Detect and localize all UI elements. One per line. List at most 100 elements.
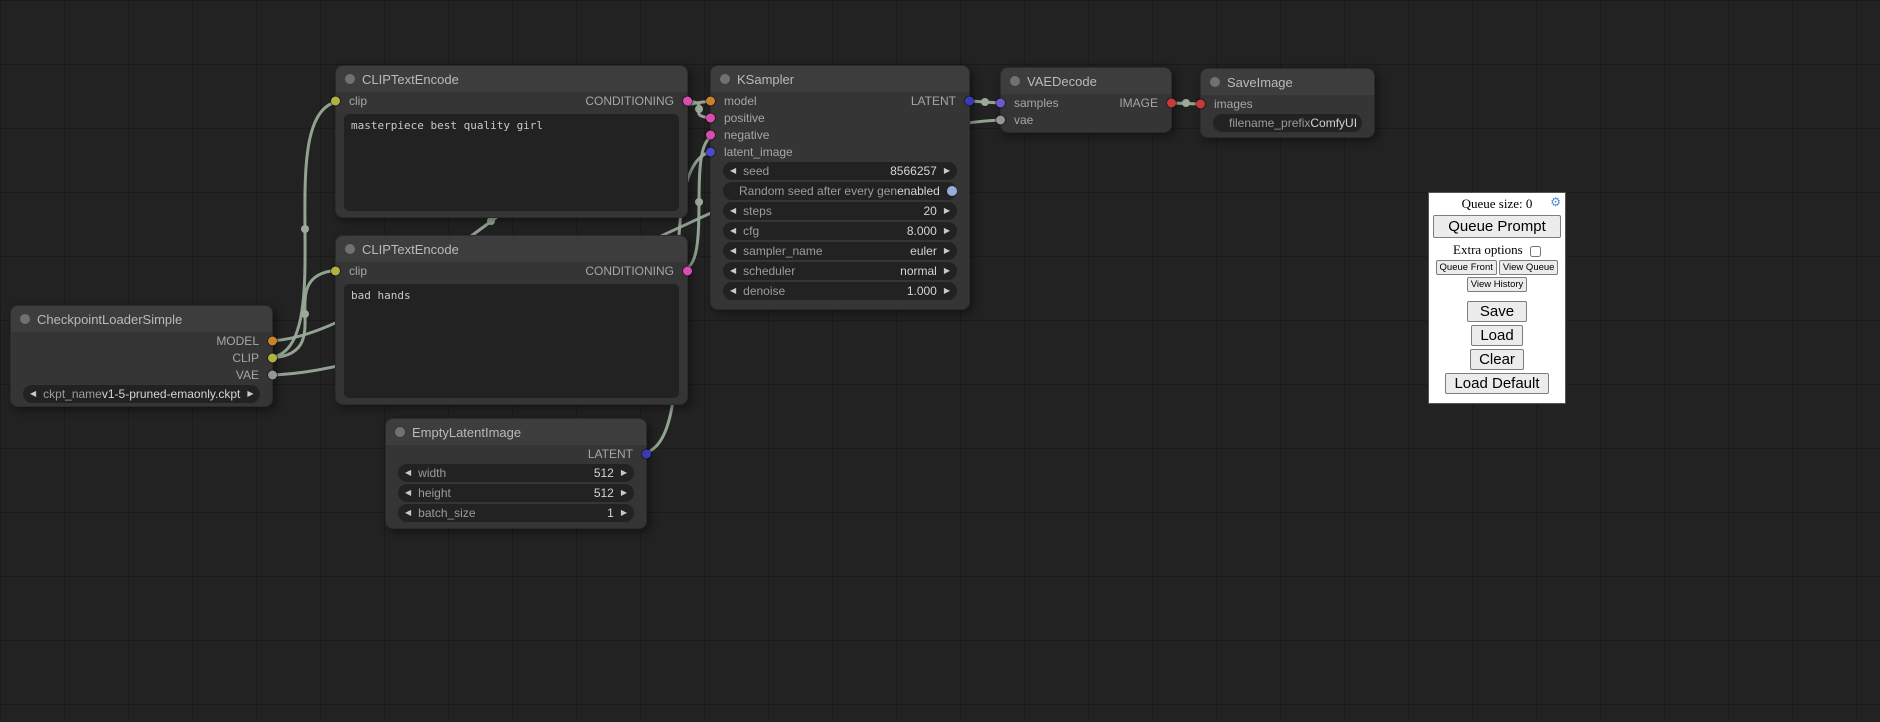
widget-batch-size[interactable]: ◀ batch_size 1 ▶: [398, 504, 634, 522]
widget-label: steps: [743, 204, 772, 218]
increment-icon[interactable]: ▶: [944, 287, 950, 295]
slot-row: MODEL: [11, 332, 272, 349]
widget-seed[interactable]: ◀ seed 8566257 ▶: [723, 162, 957, 180]
node-title-bar[interactable]: CLIPTextEncode: [336, 66, 687, 92]
input-slot-images[interactable]: [1196, 99, 1205, 108]
decrement-icon[interactable]: ◀: [730, 207, 736, 215]
decrement-icon[interactable]: ◀: [730, 167, 736, 175]
load-button[interactable]: Load: [1471, 325, 1522, 346]
collapse-dot-icon[interactable]: [395, 427, 405, 437]
increment-icon[interactable]: ▶: [621, 489, 627, 497]
view-history-button[interactable]: View History: [1467, 277, 1528, 292]
node-ksampler[interactable]: KSampler model LATENT positive negative …: [710, 65, 970, 310]
input-slot-vae[interactable]: [996, 115, 1005, 124]
decrement-icon[interactable]: ◀: [405, 509, 411, 517]
decrement-icon[interactable]: ◀: [730, 267, 736, 275]
widget-sampler-name[interactable]: ◀ sampler_name euler ▶: [723, 242, 957, 260]
node-checkpoint-loader-simple[interactable]: CheckpointLoaderSimple MODEL CLIP VAE ◀ …: [10, 305, 273, 407]
output-slot-conditioning[interactable]: [683, 266, 692, 275]
input-slot-label: clip: [349, 94, 367, 108]
widget-cfg[interactable]: ◀ cfg 8.000 ▶: [723, 222, 957, 240]
slot-row: positive: [711, 109, 969, 126]
widget-value: 1.000: [907, 284, 937, 298]
increment-icon[interactable]: ▶: [944, 227, 950, 235]
input-slot-clip[interactable]: [331, 266, 340, 275]
increment-icon[interactable]: ▶: [621, 469, 627, 477]
slot-row: latent_image: [711, 143, 969, 160]
increment-icon[interactable]: ▶: [944, 207, 950, 215]
increment-icon[interactable]: ▶: [621, 509, 627, 517]
widget-ckpt-name[interactable]: ◀ ckpt_name v1-5-pruned-emaonly.ckpt ▶: [23, 385, 260, 403]
toggle-indicator-icon[interactable]: [947, 186, 957, 196]
node-vae-decode[interactable]: VAEDecode samples IMAGE vae: [1000, 67, 1172, 133]
collapse-dot-icon[interactable]: [345, 74, 355, 84]
input-slot-latent-image[interactable]: [706, 147, 715, 156]
increment-icon[interactable]: ▶: [944, 247, 950, 255]
decrement-icon[interactable]: ◀: [730, 247, 736, 255]
collapse-dot-icon[interactable]: [345, 244, 355, 254]
widget-value: enabled: [897, 184, 940, 198]
prompt-text-area[interactable]: bad hands: [344, 284, 679, 398]
node-title-bar[interactable]: CheckpointLoaderSimple: [11, 306, 272, 332]
widget-random-seed-toggle[interactable]: Random seed after every gen enabled: [723, 182, 957, 200]
output-slot-model[interactable]: [268, 336, 277, 345]
decrement-icon[interactable]: ◀: [30, 390, 36, 398]
input-slot-negative[interactable]: [706, 130, 715, 139]
link-midpoint-dot: [695, 105, 703, 113]
widget-label: Random seed after every gen: [739, 184, 897, 198]
collapse-dot-icon[interactable]: [1010, 76, 1020, 86]
node-title: KSampler: [737, 72, 794, 87]
node-title-bar[interactable]: VAEDecode: [1001, 68, 1171, 94]
widget-filename-prefix[interactable]: filename_prefix ComfyUI: [1213, 114, 1362, 132]
widget-value: euler: [910, 244, 937, 258]
widget-scheduler[interactable]: ◀ scheduler normal ▶: [723, 262, 957, 280]
widget-label: filename_prefix: [1229, 116, 1310, 130]
increment-icon[interactable]: ▶: [944, 267, 950, 275]
collapse-dot-icon[interactable]: [20, 314, 30, 324]
widget-width[interactable]: ◀ width 512 ▶: [398, 464, 634, 482]
widget-value: 512: [594, 486, 614, 500]
widget-denoise[interactable]: ◀ denoise 1.000 ▶: [723, 282, 957, 300]
node-clip-text-encode-negative[interactable]: CLIPTextEncode clip CONDITIONING bad han…: [335, 235, 688, 405]
view-queue-button[interactable]: View Queue: [1499, 260, 1559, 275]
decrement-icon[interactable]: ◀: [730, 287, 736, 295]
load-default-button[interactable]: Load Default: [1445, 373, 1548, 394]
collapse-dot-icon[interactable]: [1210, 77, 1220, 87]
node-title-bar[interactable]: SaveImage: [1201, 69, 1374, 95]
decrement-icon[interactable]: ◀: [730, 227, 736, 235]
output-slot-clip[interactable]: [268, 353, 277, 362]
output-slot-latent[interactable]: [965, 96, 974, 105]
output-slot-image[interactable]: [1167, 98, 1176, 107]
decrement-icon[interactable]: ◀: [405, 469, 411, 477]
output-slot-label: CONDITIONING: [585, 94, 674, 108]
extra-options-checkbox[interactable]: [1530, 246, 1541, 257]
widget-height[interactable]: ◀ height 512 ▶: [398, 484, 634, 502]
node-empty-latent-image[interactable]: EmptyLatentImage LATENT ◀ width 512 ▶ ◀ …: [385, 418, 647, 529]
clear-button[interactable]: Clear: [1470, 349, 1524, 370]
widget-label: batch_size: [418, 506, 475, 520]
settings-gear-icon[interactable]: ⚙: [1550, 195, 1561, 209]
save-button[interactable]: Save: [1467, 301, 1527, 322]
queue-buttons-row: Queue Front View Queue: [1433, 260, 1561, 275]
output-slot-latent[interactable]: [642, 449, 651, 458]
node-title-bar[interactable]: KSampler: [711, 66, 969, 92]
input-slot-positive[interactable]: [706, 113, 715, 122]
input-slot-samples[interactable]: [996, 98, 1005, 107]
collapse-dot-icon[interactable]: [720, 74, 730, 84]
queue-prompt-button[interactable]: Queue Prompt: [1433, 215, 1561, 238]
node-clip-text-encode-positive[interactable]: CLIPTextEncode clip CONDITIONING masterp…: [335, 65, 688, 218]
prompt-text-area[interactable]: masterpiece best quality girl: [344, 114, 679, 211]
queue-front-button[interactable]: Queue Front: [1436, 260, 1497, 275]
increment-icon[interactable]: ▶: [944, 167, 950, 175]
widget-steps[interactable]: ◀ steps 20 ▶: [723, 202, 957, 220]
output-slot-conditioning[interactable]: [683, 96, 692, 105]
input-slot-model[interactable]: [706, 96, 715, 105]
node-title: SaveImage: [1227, 75, 1293, 90]
node-save-image[interactable]: SaveImage images filename_prefix ComfyUI: [1200, 68, 1375, 138]
decrement-icon[interactable]: ◀: [405, 489, 411, 497]
output-slot-vae[interactable]: [268, 370, 277, 379]
node-title-bar[interactable]: EmptyLatentImage: [386, 419, 646, 445]
increment-icon[interactable]: ▶: [247, 390, 253, 398]
node-title-bar[interactable]: CLIPTextEncode: [336, 236, 687, 262]
input-slot-clip[interactable]: [331, 96, 340, 105]
